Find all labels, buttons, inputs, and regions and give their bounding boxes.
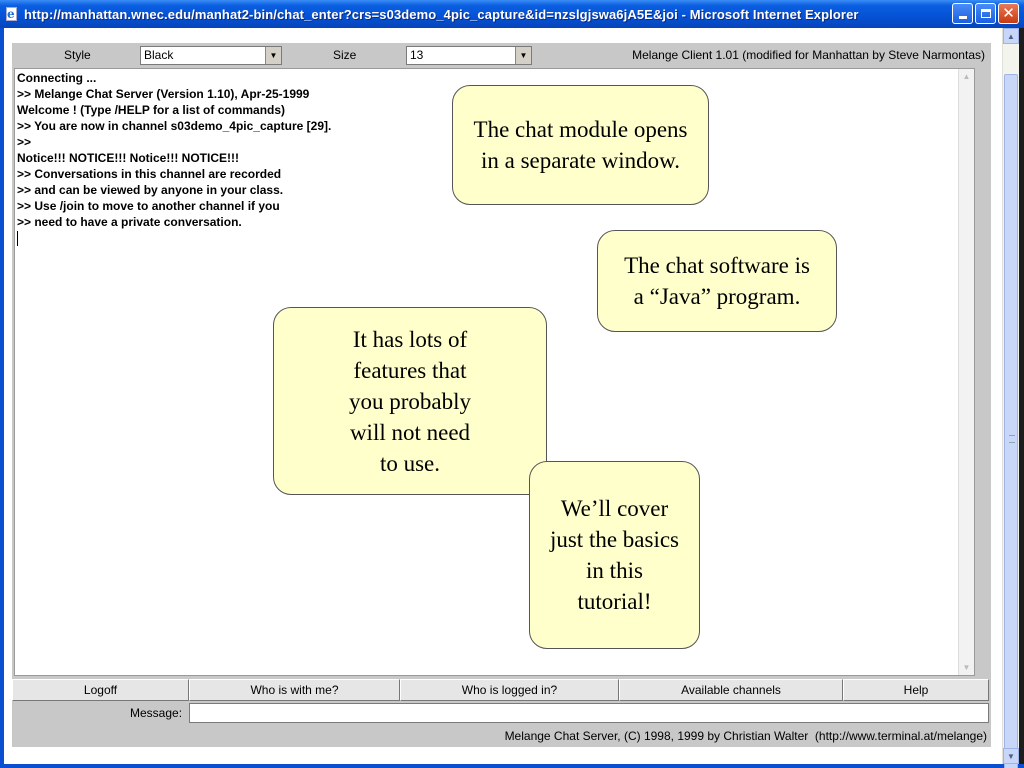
style-select[interactable]: Black ▼: [140, 46, 282, 65]
grip-icon: [1009, 435, 1015, 443]
message-label: Message:: [130, 706, 183, 720]
callout-line: just the basics: [549, 527, 680, 552]
callout-line: tutorial!: [577, 589, 652, 614]
message-input[interactable]: [189, 703, 989, 723]
close-button[interactable]: ✕: [998, 3, 1019, 24]
browser-scrollbar[interactable]: ▲ ▼: [1002, 28, 1019, 768]
window-frame-left: [0, 28, 4, 768]
chat-line: >> and can be viewed by anyone in your c…: [17, 183, 284, 197]
logoff-button[interactable]: Logoff: [12, 679, 189, 701]
size-select[interactable]: 13 ▼: [406, 46, 532, 65]
size-select-value: 13: [410, 48, 424, 62]
scrollbar-thumb[interactable]: [1004, 74, 1018, 768]
callout-basics: We’ll cover just the basics in this tuto…: [529, 461, 700, 649]
size-label: Size: [333, 48, 357, 62]
minimize-button[interactable]: [952, 3, 973, 24]
close-icon: ✕: [1002, 4, 1015, 22]
chat-line: >> Conversations in this channel are rec…: [17, 167, 282, 181]
chat-line: >> Use /join to move to another channel …: [17, 199, 280, 213]
callout-line: to use.: [379, 450, 441, 476]
callout-line: will not need: [349, 419, 471, 445]
chevron-down-icon[interactable]: ▼: [515, 47, 531, 64]
chat-line: Notice!!! NOTICE!!! Notice!!! NOTICE!!!: [17, 151, 239, 165]
internet-explorer-icon: e: [4, 6, 20, 22]
callout-features: It has lots of features that you probabl…: [273, 307, 547, 495]
available-channels-button[interactable]: Available channels: [619, 679, 843, 701]
scroll-down-arrow-icon[interactable]: ▼: [959, 660, 974, 675]
chat-button-row: Logoff Who is with me? Who is logged in?…: [12, 679, 989, 701]
callout-line: It has lots of: [352, 326, 468, 352]
style-label: Style: [64, 48, 91, 62]
chat-line: Connecting ...: [17, 71, 97, 85]
scroll-down-arrow-icon[interactable]: ▼: [1003, 748, 1019, 764]
callout-line: The chat software is: [624, 253, 810, 278]
callout-java-program: The chat software is a “Java” program.: [597, 230, 837, 332]
callout-line: The chat module opens: [473, 117, 688, 142]
chevron-down-icon[interactable]: ▼: [265, 47, 281, 64]
restore-button[interactable]: [975, 3, 996, 24]
who-is-logged-in-button[interactable]: Who is logged in?: [400, 679, 619, 701]
desktop-edge: [1019, 28, 1024, 764]
scroll-up-arrow-icon[interactable]: ▲: [959, 69, 974, 84]
chat-line: Welcome ! (Type /HELP for a list of comm…: [17, 103, 286, 117]
callout-line: in this: [586, 558, 643, 583]
minimize-icon: [958, 16, 967, 19]
window-titlebar[interactable]: e http://manhattan.wnec.edu/manhat2-bin/…: [0, 0, 1024, 28]
text-caret: [17, 231, 18, 246]
server-credit: Melange Chat Server, (C) 1998, 1999 by C…: [504, 729, 987, 743]
client-version: Melange Client 1.01 (modified for Manhat…: [632, 48, 985, 62]
chat-line: >>: [17, 135, 32, 149]
chat-scrollbar[interactable]: ▲ ▼: [958, 69, 974, 675]
help-button[interactable]: Help: [843, 679, 989, 701]
chat-line: >> You are now in channel s03demo_4pic_c…: [17, 119, 332, 133]
restore-icon: [980, 9, 991, 18]
chat-line: >> Melange Chat Server (Version 1.10), A…: [17, 87, 310, 101]
callout-line: in a separate window.: [480, 148, 681, 173]
callout-line: a “Java” program.: [633, 284, 801, 309]
window-frame-bottom: [0, 764, 1024, 768]
who-is-with-me-button[interactable]: Who is with me?: [189, 679, 400, 701]
callout-line: features that: [353, 357, 467, 383]
callout-separate-window: The chat module opens in a separate wind…: [452, 85, 709, 205]
chat-toolbar: Style Black ▼ Size 13 ▼ Melange Client 1…: [12, 43, 991, 67]
chat-line: >> need to have a private conversation.: [17, 215, 242, 229]
callout-line: you probably: [348, 388, 471, 414]
scroll-up-arrow-icon[interactable]: ▲: [1003, 28, 1019, 44]
style-select-value: Black: [144, 48, 174, 62]
window-title: http://manhattan.wnec.edu/manhat2-bin/ch…: [24, 6, 859, 22]
callout-line: We’ll cover: [560, 496, 669, 521]
